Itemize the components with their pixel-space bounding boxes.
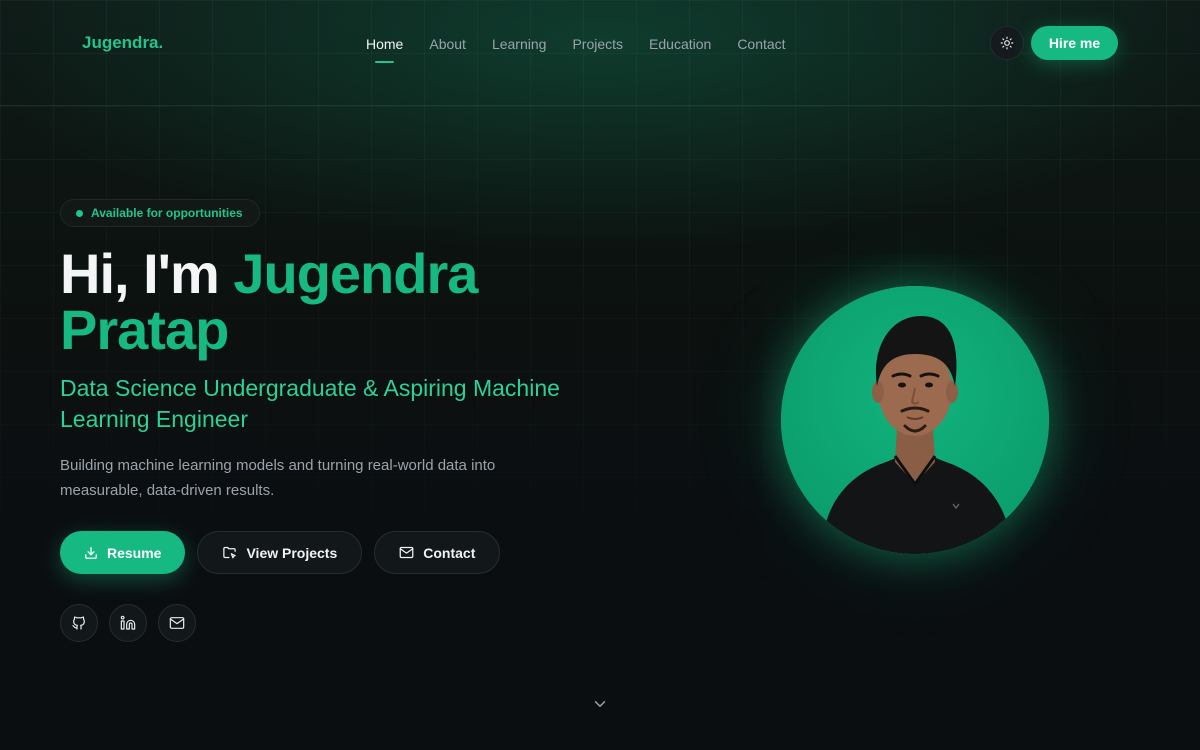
linkedin-link[interactable] [109,604,147,642]
nav-item-education[interactable]: Education [649,36,711,52]
github-link[interactable] [60,604,98,642]
chevron-down-icon [594,701,606,707]
hero-title: Hi, I'm Jugendra Pratap [60,246,660,358]
status-dot [76,210,83,217]
nav-links: Home About Learning Projects Education C… [366,36,786,63]
linkedin-icon [120,615,136,630]
nav-item-learning[interactable]: Learning [492,36,547,52]
nav-item-home[interactable]: Home [366,36,403,63]
brand-logo[interactable]: Jugendra. [82,33,163,53]
resume-label: Resume [107,544,162,561]
view-projects-button[interactable]: View Projects [197,531,363,574]
contact-button[interactable]: Contact [374,531,501,574]
availability-badge: Available for opportunities [60,199,260,227]
resume-button[interactable]: Resume [60,531,186,574]
nav-item-about[interactable]: About [429,36,466,52]
nav-item-contact[interactable]: Contact [737,36,785,52]
hero-title-last-name: Pratap [60,298,229,361]
profile-photo [781,286,1049,554]
profile-illustration [781,286,1049,554]
hire-me-button[interactable]: Hire me [1031,26,1118,60]
mail-icon [169,617,185,629]
mail-icon [399,546,414,559]
theme-toggle-button[interactable] [990,26,1024,60]
nav-item-projects[interactable]: Projects [572,36,623,52]
navbar: Jugendra. Home About Learning Projects E… [0,0,1200,88]
download-icon [85,546,97,559]
hero-title-first-name: Jugendra [233,242,478,305]
github-icon [72,616,85,630]
view-projects-label: View Projects [246,544,338,561]
scroll-down-button[interactable] [591,695,609,713]
folder-icon [223,546,237,559]
hero-buttons: Resume View Projects Contact [60,531,501,574]
hero-subtitle: Data Science Undergraduate & Aspiring Ma… [60,375,560,432]
email-link[interactable] [158,604,196,642]
availability-text: Available for opportunities [91,206,243,220]
hero-title-prefix: Hi, I'm [60,242,234,305]
hero-description: Building machine learning models and tur… [60,457,496,499]
contact-label: Contact [423,544,476,561]
sun-icon [1000,36,1014,50]
social-links [60,604,196,642]
